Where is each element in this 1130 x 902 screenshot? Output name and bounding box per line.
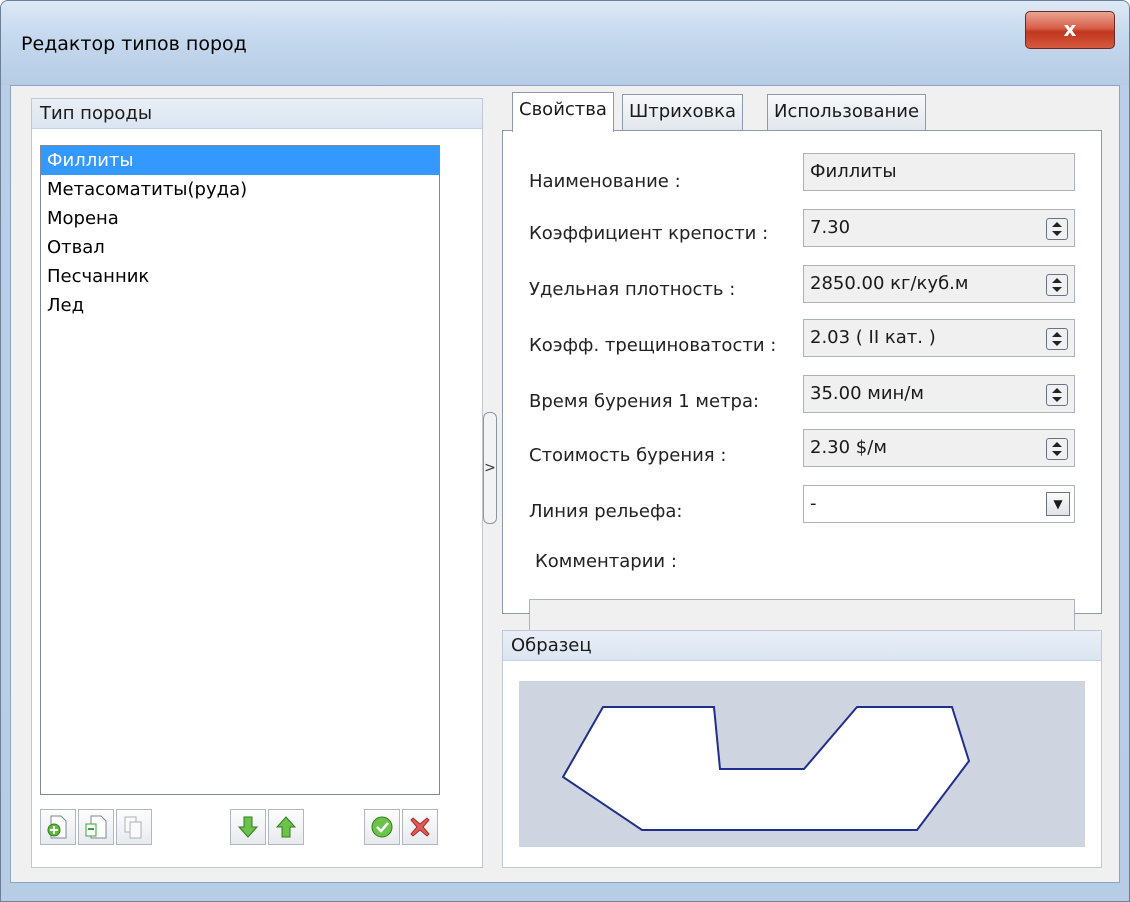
density-spin-button[interactable] bbox=[1046, 274, 1068, 296]
name-field[interactable]: Филлиты bbox=[803, 153, 1075, 191]
rock-shape-preview bbox=[561, 706, 971, 831]
fracture-field[interactable]: 2.03 ( II кат. ) bbox=[803, 319, 1075, 357]
tab-usage[interactable]: Использование bbox=[767, 94, 927, 130]
move-up-icon bbox=[275, 816, 297, 838]
name-value: Филлиты bbox=[810, 161, 897, 182]
sample-preview bbox=[519, 681, 1085, 847]
copy-button[interactable] bbox=[78, 809, 114, 845]
strength-value: 7.30 bbox=[810, 217, 851, 238]
list-item[interactable]: Филлиты bbox=[41, 146, 439, 175]
chevron-down-icon[interactable]: ▼ bbox=[1046, 492, 1070, 516]
list-item[interactable]: Лед bbox=[41, 291, 439, 320]
delete-icon bbox=[410, 817, 430, 837]
list-item[interactable]: Отвал bbox=[41, 233, 439, 262]
drill-cost-field[interactable]: 2.30 $/м bbox=[803, 429, 1075, 467]
strength-field[interactable]: 7.30 bbox=[803, 209, 1075, 247]
list-item[interactable]: Морена bbox=[41, 204, 439, 233]
sample-group: Образец bbox=[502, 630, 1102, 868]
relief-line-value: - bbox=[810, 493, 817, 514]
confirm-toolbar bbox=[364, 809, 438, 845]
comments-label: Комментарии : bbox=[535, 551, 677, 572]
tab-hatching[interactable]: Штриховка bbox=[622, 94, 744, 130]
drill-time-field[interactable]: 35.00 мин/м bbox=[803, 375, 1075, 413]
density-label: Удельная плотность : bbox=[529, 279, 736, 300]
panel-splitter[interactable]: > bbox=[483, 412, 497, 524]
apply-icon bbox=[371, 816, 393, 838]
drill-time-value: 35.00 мин/м bbox=[810, 383, 924, 404]
delete-button[interactable] bbox=[402, 809, 438, 845]
close-icon: x bbox=[1063, 17, 1077, 41]
apply-button[interactable] bbox=[364, 809, 400, 845]
move-down-button[interactable] bbox=[230, 809, 266, 845]
tab-properties[interactable]: Свойства bbox=[512, 92, 614, 132]
move-down-icon bbox=[237, 816, 259, 838]
properties-tabs: Свойства Штриховка Использование Наимено… bbox=[502, 92, 1102, 637]
rock-type-list[interactable]: Филлиты Метасоматиты(руда) Морена Отвал … bbox=[40, 145, 440, 795]
rock-type-header: Тип породы bbox=[32, 99, 482, 129]
add-icon bbox=[47, 815, 67, 839]
list-item[interactable]: Метасоматиты(руда) bbox=[41, 175, 439, 204]
drill-cost-spin-button[interactable] bbox=[1046, 438, 1068, 460]
properties-panel: Наименование : Филлиты Коэффициент крепо… bbox=[502, 130, 1102, 637]
order-toolbar bbox=[230, 809, 304, 845]
window-title: Редактор типов пород bbox=[21, 33, 247, 55]
move-up-button[interactable] bbox=[268, 809, 304, 845]
name-label: Наименование : bbox=[529, 171, 681, 192]
rock-type-editor-window: Редактор типов пород x Тип породы Филлит… bbox=[0, 0, 1130, 902]
fracture-spin-button[interactable] bbox=[1046, 328, 1068, 350]
close-button[interactable]: x bbox=[1025, 11, 1115, 49]
drill-time-spin-button[interactable] bbox=[1046, 384, 1068, 406]
copy-icon bbox=[85, 815, 107, 839]
drill-cost-label: Стоимость бурения : bbox=[529, 445, 727, 466]
rock-type-group: Тип породы Филлиты Метасоматиты(руда) Мо… bbox=[31, 98, 483, 868]
relief-line-select[interactable]: - ▼ bbox=[803, 485, 1075, 523]
paste-icon bbox=[124, 816, 142, 839]
client-area: Тип породы Филлиты Метасоматиты(руда) Мо… bbox=[10, 85, 1120, 883]
density-field[interactable]: 2850.00 кг/куб.м bbox=[803, 265, 1075, 303]
sample-header: Образец bbox=[503, 631, 1101, 661]
title-bar[interactable]: Редактор типов пород x bbox=[1, 1, 1129, 85]
fracture-value: 2.03 ( II кат. ) bbox=[810, 327, 936, 348]
drill-cost-value: 2.30 $/м bbox=[810, 437, 887, 458]
add-button[interactable] bbox=[40, 809, 76, 845]
fracture-label: Коэфф. трещиноватости : bbox=[529, 335, 777, 356]
strength-label: Коэффициент крепости : bbox=[529, 223, 769, 244]
strength-spin-button[interactable] bbox=[1046, 218, 1068, 240]
list-item[interactable]: Песчанник bbox=[41, 262, 439, 291]
paste-button[interactable] bbox=[116, 809, 152, 845]
chevron-right-icon: > bbox=[484, 460, 496, 476]
drill-time-label: Время бурения 1 метра: bbox=[529, 391, 760, 412]
density-value: 2850.00 кг/куб.м bbox=[810, 273, 969, 294]
list-edit-toolbar bbox=[40, 809, 152, 845]
relief-line-label: Линия рельефа: bbox=[529, 501, 683, 522]
